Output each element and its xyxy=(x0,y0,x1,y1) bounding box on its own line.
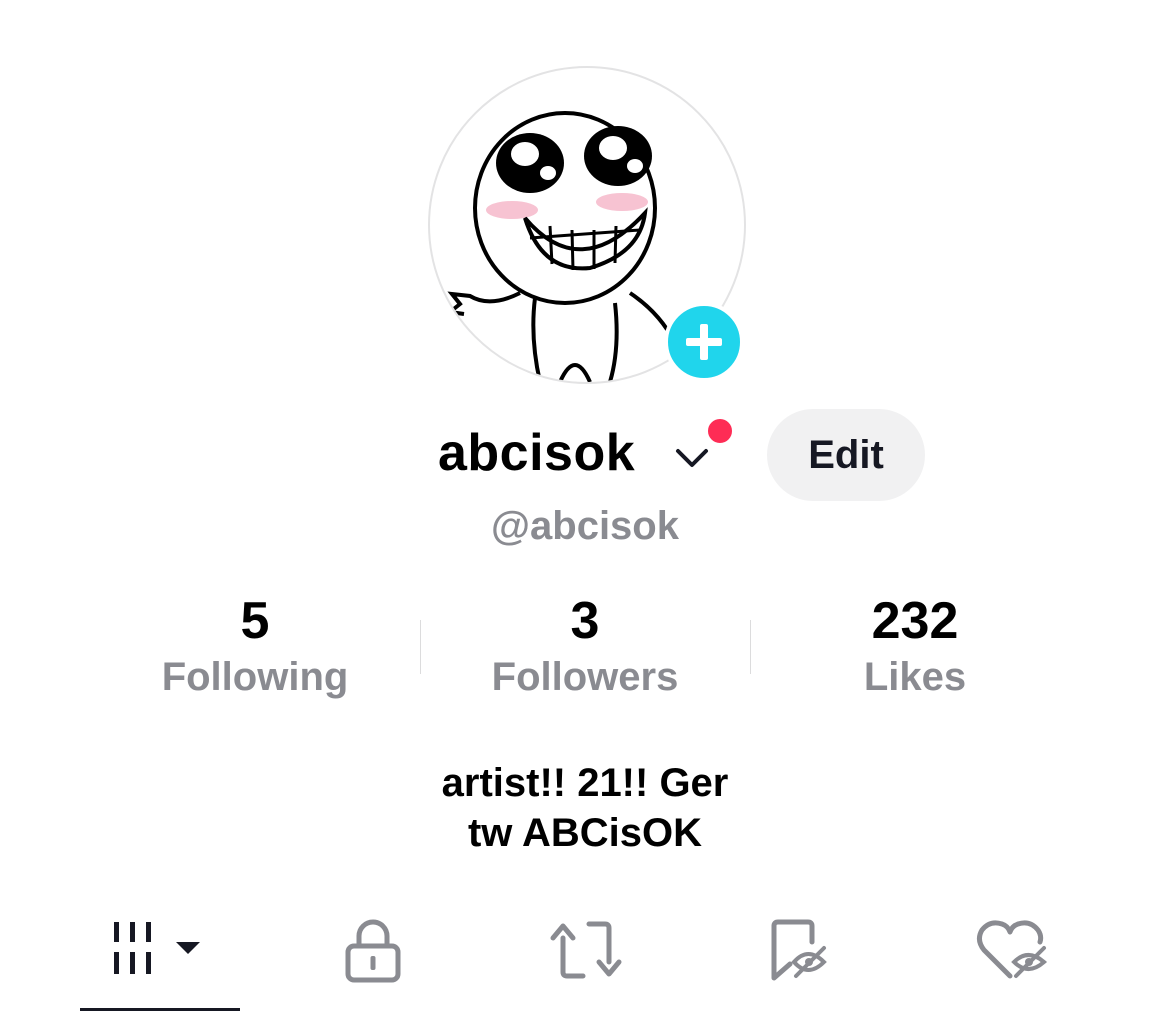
tab-private[interactable] xyxy=(293,900,453,1012)
notification-dot xyxy=(706,417,734,445)
bio-line: tw ABCisOK xyxy=(467,811,703,855)
avatar-container xyxy=(428,66,746,384)
tab-favorites[interactable] xyxy=(719,900,879,1012)
bio[interactable]: artist!! 21!! Ger tw ABCisOK xyxy=(0,758,1170,858)
profile-tabs xyxy=(0,900,1170,1012)
lock-icon xyxy=(345,919,401,983)
chevron-down-icon[interactable] xyxy=(672,443,712,471)
stat-value: 3 xyxy=(570,592,600,650)
caret-down-icon xyxy=(176,942,200,954)
stat-label: Likes xyxy=(863,655,967,699)
username-handle: @abcisok xyxy=(491,504,679,548)
liked-hidden-icon xyxy=(976,920,1048,979)
active-tab-indicator xyxy=(80,1008,240,1011)
add-avatar-button[interactable] xyxy=(664,302,744,382)
stat-label: Followers xyxy=(491,655,679,699)
stat-value: 5 xyxy=(240,592,270,650)
profile-stats: 5 Following 3 Followers 232 Likes xyxy=(90,590,1080,710)
display-name[interactable]: abcisok xyxy=(438,423,635,483)
tab-liked[interactable] xyxy=(932,900,1092,1012)
stat-likes[interactable]: 232 Likes xyxy=(750,590,1080,702)
stat-value: 232 xyxy=(871,592,959,650)
stat-label: Following xyxy=(161,655,349,699)
repost-icon xyxy=(550,921,622,979)
favorites-hidden-icon xyxy=(771,919,827,981)
bio-line: artist!! 21!! Ger xyxy=(441,761,729,805)
videos-grid-icon xyxy=(114,922,200,974)
edit-profile-button[interactable]: Edit xyxy=(767,409,925,501)
tab-videos[interactable] xyxy=(80,900,240,1012)
stat-followers[interactable]: 3 Followers xyxy=(420,590,750,702)
plus-icon xyxy=(686,324,722,360)
name-row: abcisok Edit xyxy=(0,405,1170,505)
tab-reposts[interactable] xyxy=(506,900,666,1012)
stat-following[interactable]: 5 Following xyxy=(90,590,420,702)
